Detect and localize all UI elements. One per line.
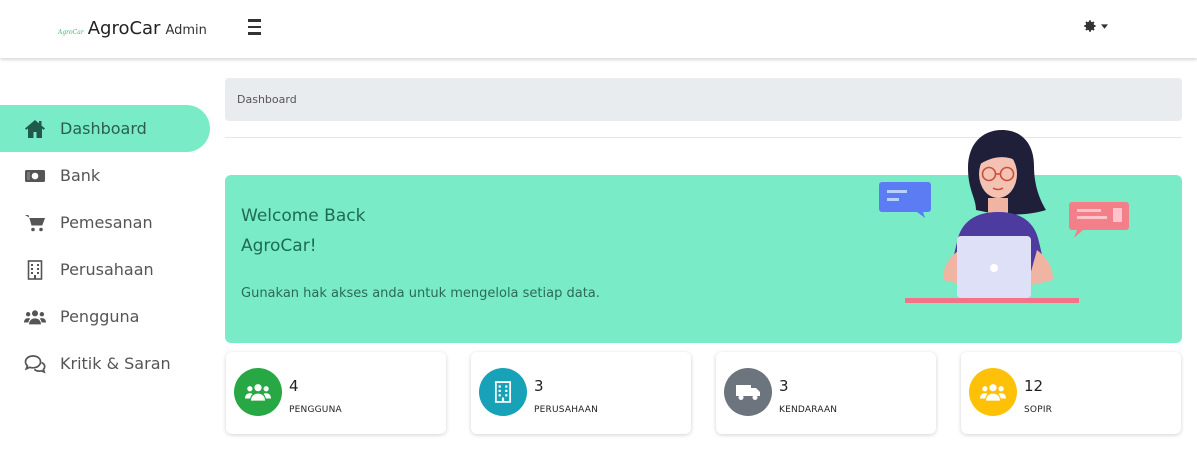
sidebar-item-label: Pengguna [60,307,140,326]
comments-icon [24,353,46,375]
sidebar-item-dashboard[interactable]: Dashboard [0,105,210,152]
settings-dropdown[interactable] [1083,19,1108,33]
stat-label: KENDARAAN [779,405,838,415]
welcome-title: Welcome Back AgroCar! [241,201,365,261]
welcome-line-1: Welcome Back [241,206,366,226]
sidebar-item-label: Perusahaan [60,260,154,279]
stat-label: PERUSAHAAN [534,405,599,415]
users-icon [969,368,1017,416]
welcome-text: Gunakan hak akses anda untuk mengelola s… [241,286,600,301]
users-icon [24,306,46,328]
sidebar-item-label: Bank [60,166,101,185]
stat-card-sopir[interactable]: 12 SOPIR [961,352,1181,434]
sidebar-item-label: Dashboard [60,119,147,138]
caret-down-icon [1101,23,1108,29]
building-icon [24,259,46,281]
sidebar-item-bank[interactable]: Bank [0,152,212,199]
brand-name: AgroCar [87,18,161,39]
top-navbar: AgroCar AgroCar Admin [0,0,1197,58]
woman-laptop-illustration [879,130,1129,303]
sidebar: Dashboard Bank Pemesanan Perusahaan Peng… [0,105,212,387]
users-icon [234,368,282,416]
stat-value: 4 [289,377,299,395]
sidebar-item-label: Pemesanan [60,213,153,232]
money-icon [24,165,46,187]
sidebar-item-pengguna[interactable]: Pengguna [0,293,212,340]
breadcrumb: Dashboard [225,78,1182,121]
cart-icon [24,212,46,234]
stat-value: 3 [534,377,544,395]
sidebar-item-kritik-saran[interactable]: Kritik & Saran [0,340,212,387]
brand-subtitle: Admin [165,23,207,38]
sidebar-item-pemesanan[interactable]: Pemesanan [0,199,212,246]
stat-label: PENGGUNA [289,405,342,415]
stat-value: 3 [779,377,789,395]
stat-label: SOPIR [1024,405,1053,415]
stat-card-perusahaan[interactable]: 3 PERUSAHAAN [471,352,691,434]
truck-icon [724,368,772,416]
sidebar-item-perusahaan[interactable]: Perusahaan [0,246,212,293]
stat-value: 12 [1024,377,1044,395]
welcome-line-2: AgroCar! [241,236,317,256]
home-icon [24,118,46,140]
stat-card-pengguna[interactable]: 4 PENGGUNA [226,352,446,434]
gear-icon [1084,20,1096,32]
hamburger-icon[interactable] [248,15,268,39]
building-icon [479,368,527,416]
sidebar-item-label: Kritik & Saran [60,354,171,373]
brand[interactable]: AgroCar AgroCar Admin [58,18,207,39]
stat-card-kendaraan[interactable]: 3 KENDARAAN [716,352,936,434]
breadcrumb-item[interactable]: Dashboard [237,93,297,106]
brand-logo: AgroCar [58,29,84,36]
